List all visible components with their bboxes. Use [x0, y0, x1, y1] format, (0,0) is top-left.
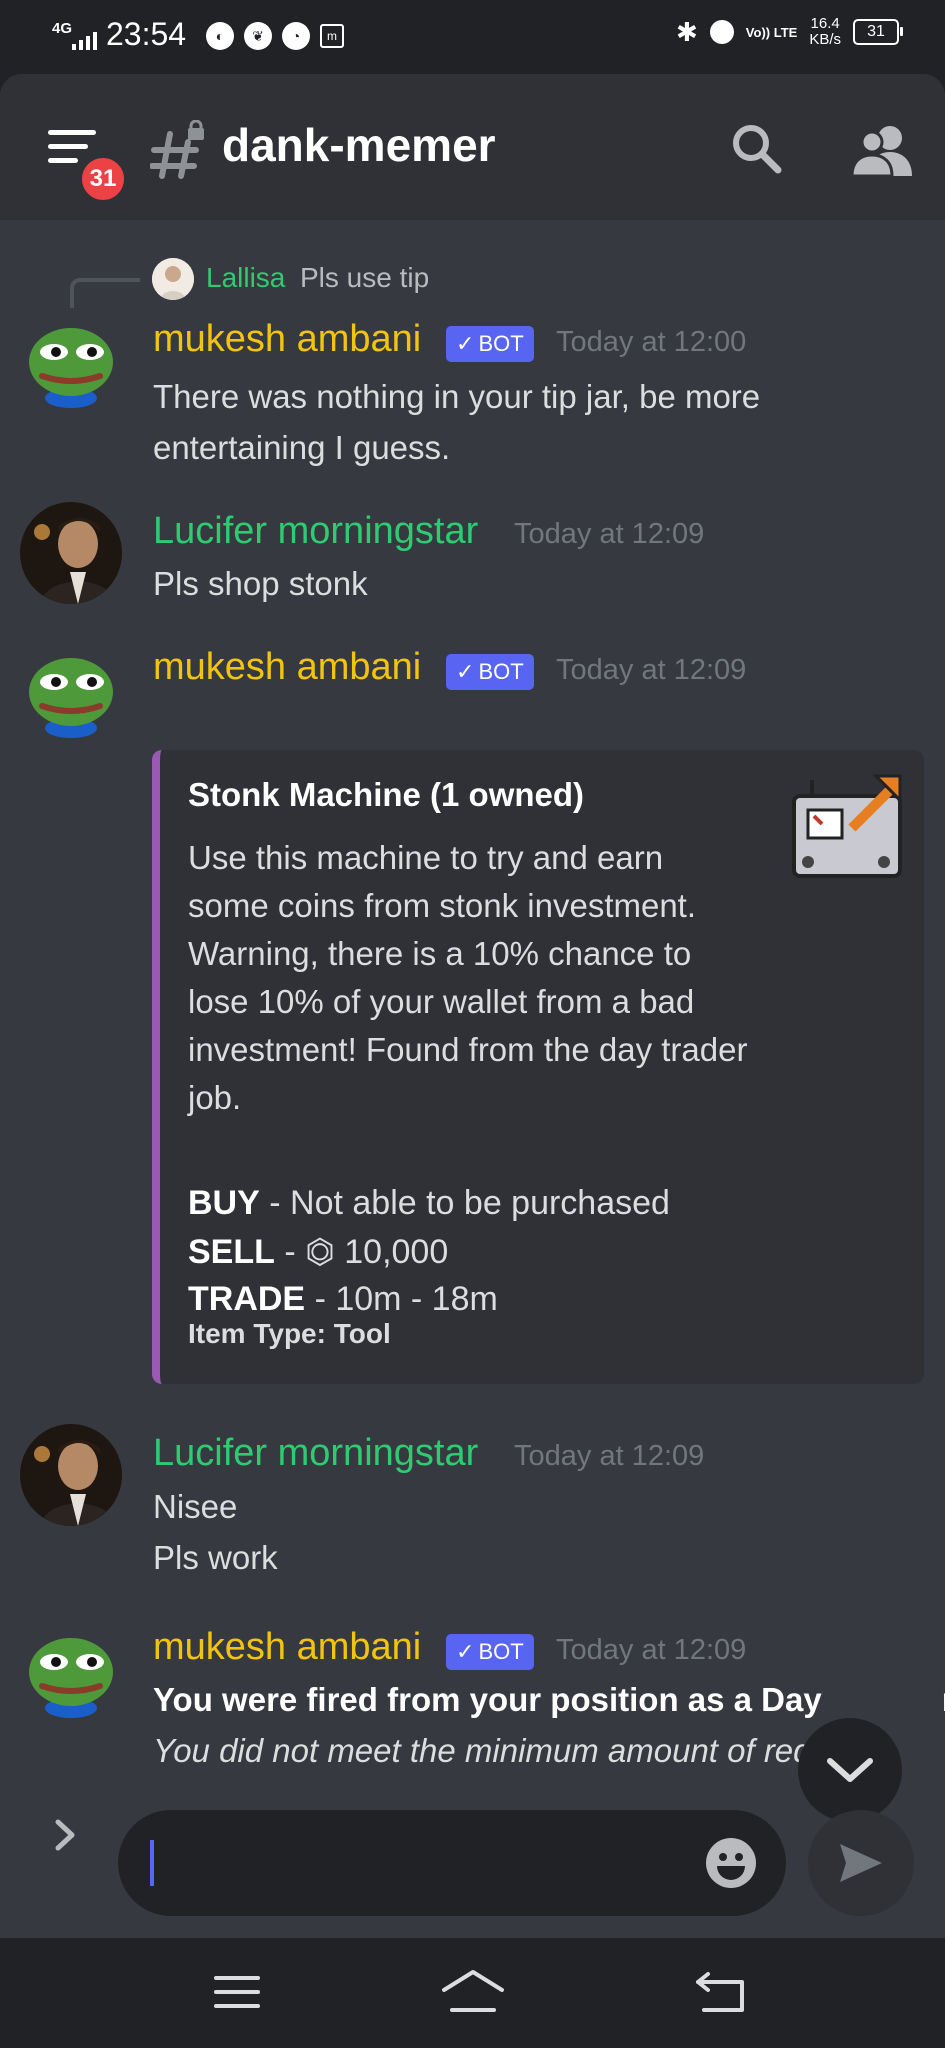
sell-field: SELL - ⏣ 10,000 [188, 1232, 448, 1272]
check-icon: ✓ [456, 659, 475, 684]
pepe-avatar[interactable] [20, 308, 122, 410]
bot-tag-label: BOT [478, 331, 524, 356]
reply-avatar[interactable] [152, 258, 194, 300]
lucifer-avatar-image [20, 502, 122, 604]
message-timestamp: Today at 12:09 [556, 654, 747, 686]
pepe-avatar[interactable] [20, 1618, 122, 1720]
message-line: There was nothing in your tip jar, be mo… [153, 378, 761, 415]
volte-indicator: Vo)) LTE [745, 24, 798, 40]
message-timestamp: Today at 12:09 [514, 1440, 705, 1472]
bot-tag-label: BOT [478, 1639, 524, 1664]
pepe-frog-icon [20, 1618, 122, 1720]
members-icon[interactable] [852, 124, 912, 176]
bot-tag-label: BOT [478, 659, 524, 684]
message-line: entertaining I guess. [153, 429, 451, 466]
network-type: 4G [52, 20, 73, 37]
send-button[interactable] [808, 1810, 914, 1916]
item-type: Item Type: Tool [188, 1318, 391, 1349]
leaf-notification-icon: ❦ [244, 22, 272, 50]
battery-icon: 31 [853, 19, 903, 45]
network-speed: 16.4 KB/s [809, 16, 841, 48]
reply-author[interactable]: Lallisa [206, 262, 285, 294]
message-line-bold: You were fired from your position as a D… [153, 1674, 945, 1725]
message-author[interactable]: mukesh ambani [153, 1626, 421, 1669]
user-avatar[interactable] [20, 502, 122, 604]
reply-connector [70, 278, 140, 310]
clock: 23:54 [106, 16, 187, 52]
discord-app: 31 dank-memer Lallisa Pls use tip mukesh… [0, 74, 945, 1938]
text-cursor [150, 1840, 154, 1886]
message-line: Nisee [153, 1488, 238, 1525]
trade-field: TRADE - 10m - 18m [188, 1280, 498, 1319]
message-line: Pls shop stonk [153, 565, 368, 602]
message-content[interactable]: Pls shop stonk [153, 558, 368, 609]
battery-level: 31 [867, 23, 885, 40]
chevron-right-icon[interactable] [44, 1810, 84, 1860]
message-line: Pls work [153, 1539, 278, 1576]
lucifer-avatar-image [20, 1424, 122, 1526]
message-notification-icon: m [320, 24, 344, 48]
buy-value: - Not able to be purchased [269, 1184, 670, 1222]
app-notification-icon: ◐ [206, 22, 234, 50]
sell-value: - ⏣ 10,000 [284, 1233, 449, 1271]
notification-icons: ◐ ❦ ◔ m [206, 22, 344, 50]
buy-field: BUY - Not able to be purchased [188, 1184, 670, 1223]
stonk-machine-icon[interactable] [790, 766, 906, 882]
channel-name: dank-memer [222, 119, 496, 171]
pepe-frog-icon [20, 638, 122, 740]
search-icon[interactable] [728, 120, 784, 176]
sell-label: SELL [188, 1233, 275, 1271]
bluetooth-icon: ✱ [676, 16, 698, 47]
pepe-frog-icon [20, 308, 122, 410]
trade-value: - 10m - 18m [314, 1280, 498, 1318]
trade-label: TRADE [188, 1280, 306, 1318]
channel-header: 31 dank-memer [0, 74, 945, 220]
text-channel-lock-icon [150, 120, 204, 179]
alarm-icon [709, 20, 734, 44]
item-embed[interactable]: Stonk Machine (1 owned) Use this machine… [152, 750, 924, 1384]
embed-title: Stonk Machine (1 owned) [188, 776, 585, 813]
reply-avatar-image [152, 258, 194, 300]
check-icon: ✓ [456, 1639, 475, 1664]
bot-tag: ✓ BOT [446, 654, 534, 690]
signal-icon [72, 32, 97, 50]
message-author[interactable]: Lucifer morningstar [153, 510, 478, 553]
network-speed-unit: KB/s [809, 31, 841, 48]
message-author[interactable]: mukesh ambani [153, 318, 421, 361]
check-icon: ✓ [456, 331, 475, 356]
message-timestamp: Today at 12:09 [556, 1634, 747, 1666]
network-speed-value: 16.4 [810, 15, 840, 32]
reply-preview[interactable]: Pls use tip [300, 262, 429, 294]
bold-text: You were fired from your position as a D… [153, 1681, 822, 1718]
embed-description: Use this machine to try and earn some co… [188, 839, 748, 1116]
send-icon [840, 1844, 882, 1882]
message-content[interactable]: Nisee Pls work [153, 1481, 278, 1583]
recent-apps-icon[interactable] [214, 1974, 260, 2010]
emoji-icon[interactable] [704, 1836, 758, 1890]
system-navigation-bar [0, 1938, 945, 2048]
chevron-down-icon [827, 1758, 873, 1782]
message-content[interactable]: There was nothing in your tip jar, be mo… [153, 371, 760, 473]
bot-tag: ✓ BOT [446, 1634, 534, 1670]
buy-label: BUY [188, 1184, 260, 1222]
message-timestamp: Today at 12:09 [514, 518, 705, 550]
message-input[interactable] [118, 1810, 786, 1916]
message-author[interactable]: mukesh ambani [153, 646, 421, 689]
unread-badge: 31 [78, 154, 128, 204]
message-list[interactable]: Lallisa Pls use tip mukesh ambani ✓ BOT T… [0, 220, 945, 1860]
jump-to-bottom-button[interactable] [798, 1718, 902, 1822]
gauge-notification-icon: ◔ [282, 22, 310, 50]
user-avatar[interactable] [20, 1424, 122, 1526]
status-bar: 4G 23:54 ◐ ❦ ◔ m ✱ Vo)) LTE 16.4 KB/s 31 [0, 0, 945, 72]
pepe-avatar[interactable] [20, 638, 122, 740]
message-timestamp: Today at 12:00 [556, 326, 747, 358]
system-icons: ✱ Vo)) LTE 16.4 KB/s 31 [676, 16, 903, 48]
back-icon[interactable] [694, 1970, 748, 2014]
home-icon[interactable] [440, 1968, 506, 2014]
message-author[interactable]: Lucifer morningstar [153, 1432, 478, 1475]
bot-tag: ✓ BOT [446, 326, 534, 362]
